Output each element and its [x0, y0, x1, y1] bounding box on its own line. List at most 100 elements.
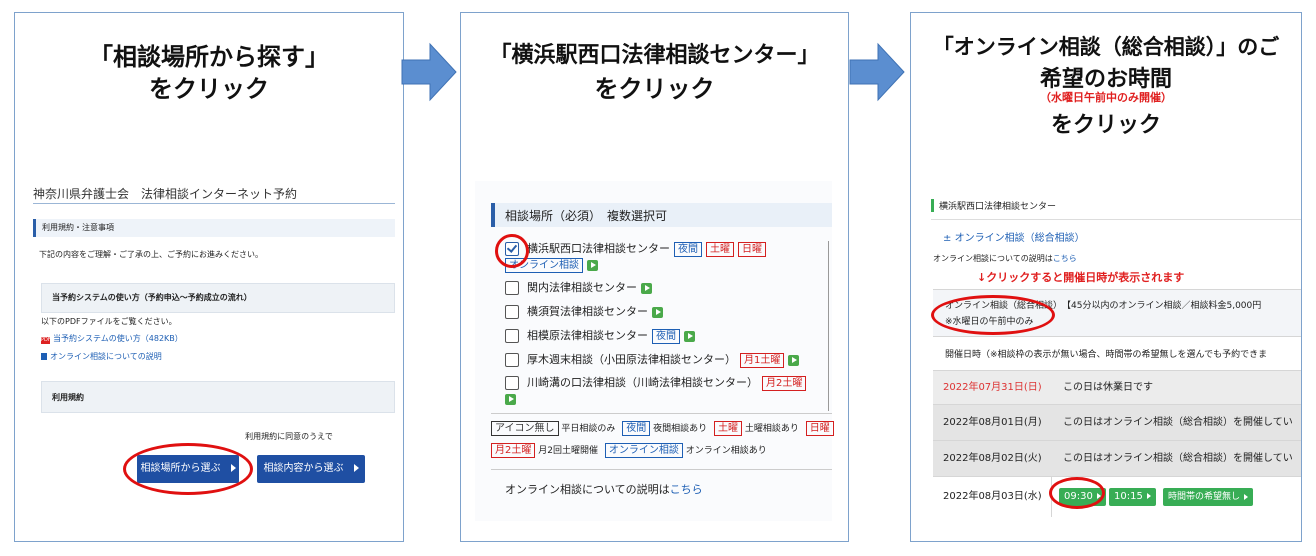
legend-text: 土曜相談あり	[744, 424, 799, 434]
place-item-yokohama-west[interactable]: 横浜駅西口法律相談センター 夜間 土曜 日曜 オンライン相談	[505, 241, 835, 273]
site-title: 神奈川県弁護士会 法律相談インターネット予約	[33, 187, 298, 201]
play-icon[interactable]	[684, 330, 695, 342]
online-note: オンライン相談についての説明は	[933, 254, 1053, 263]
date-cell: 2022年08月02日(火)	[933, 441, 1051, 477]
legend-tag-sunday: 日曜	[805, 421, 834, 436]
status-cell: この日はオンライン相談（総合相談）を開催してい	[1051, 441, 1301, 477]
legend-tag-twice-monthly: 月2土曜	[491, 443, 536, 458]
collapse-icon: ±	[943, 233, 952, 244]
next-arrow-icon	[849, 42, 905, 102]
checkbox[interactable]	[505, 376, 519, 390]
legend-text: 平日相談のみ	[561, 424, 616, 434]
checkbox[interactable]	[505, 329, 519, 343]
center-title: 横浜駅西口法律相談センター	[939, 202, 1057, 212]
step1-heading-line1: 「相談場所から探す」	[89, 43, 329, 71]
slot-label: 時間帯の希望無し	[1168, 492, 1241, 502]
online-note: オンライン相談についての説明は	[505, 483, 670, 496]
checkbox[interactable]	[505, 305, 519, 319]
step2-heading-line2: をクリック	[594, 75, 715, 103]
highlight-circle-place-button	[123, 443, 253, 495]
legend-row-1: アイコン無し 平日相談のみ 夜間 夜間相談あり 土曜 土曜相談あり 日曜	[491, 421, 834, 436]
pdf-link-row[interactable]: PDF 当予約システムの使い方（482KB）	[41, 333, 183, 344]
play-icon[interactable]	[788, 354, 800, 366]
tag-night: 夜間	[652, 328, 680, 344]
legend-divider	[491, 413, 832, 414]
info-icon	[41, 353, 47, 360]
status-cell: この日はオンライン相談（総合相談）を開催してい	[1051, 405, 1301, 441]
schedule-note-row: 開催日時（※相談枠の表示が無い場合、時間帯の希望無しを選んでも予約できま	[933, 336, 1301, 371]
place-name: 相模原法律相談センター	[527, 329, 648, 342]
legend-tag-none: アイコン無し	[491, 421, 559, 436]
right-edge-fragment	[828, 241, 832, 411]
play-icon[interactable]	[652, 306, 663, 318]
status-cell: この日は休業日です	[1051, 371, 1301, 405]
date-row: 2022年08月02日(火) この日はオンライン相談（総合相談）を開催してい	[933, 440, 1301, 477]
place-name: 関内法律相談センター	[527, 281, 637, 294]
pdf-link[interactable]: 当予約システムの使い方（482KB）	[53, 334, 183, 343]
slot-1015-button[interactable]: 10:15	[1109, 488, 1156, 506]
online-note-link[interactable]: こちら	[1053, 254, 1077, 263]
step2-panel: 「横浜駅西口法律相談センター」 をクリック 相談場所（必須） 複数選択可 横浜駅…	[460, 12, 849, 542]
step3-panel: 「オンライン相談（総合相談）」のご 希望のお時間 （水曜日午前中のみ開催） をク…	[910, 12, 1302, 542]
date-cell: 2022年08月01日(月)	[933, 405, 1051, 441]
place-name: 横須賀法律相談センター	[527, 305, 648, 318]
play-icon[interactable]	[641, 282, 652, 294]
category-link-row[interactable]: ± オンライン相談（総合相談）	[943, 229, 1085, 244]
step3-heading-line1: 「オンライン相談（総合相談）」のご	[932, 35, 1280, 59]
date-cell: 2022年08月03日(水)	[943, 491, 1042, 502]
online-note-link[interactable]: こちら	[670, 483, 703, 496]
play-icon[interactable]	[587, 259, 598, 271]
terms-section-header: 利用規約・注意事項	[33, 219, 395, 237]
terms-title: 利用規約	[52, 393, 84, 402]
place-item-kawasaki[interactable]: 川崎溝の口法律相談（川崎法律相談センター） 月2土曜	[505, 375, 807, 407]
checkbox[interactable]	[505, 281, 519, 295]
chevron-right-icon	[1244, 493, 1249, 500]
date-cell: 2022年07月31日(日)	[933, 371, 1051, 405]
center-title-divider	[931, 219, 1301, 220]
place-section-title: 相談場所（必須） 複数選択可	[505, 209, 668, 223]
step1-panel: 「相談場所から探す」 をクリック 神奈川県弁護士会 法律相談インターネット予約 …	[14, 12, 404, 542]
play-icon[interactable]	[505, 393, 516, 405]
place-item-kannai[interactable]: 関内法律相談センター	[505, 279, 652, 295]
step3-heading-line3: をクリック	[1050, 113, 1161, 138]
place-item-atsugi[interactable]: 厚木週末相談（小田原法律相談センター） 月1土曜	[505, 351, 800, 368]
info-detail: 【45分以内のオンライン相談／相談料金5,000円	[1066, 301, 1262, 311]
legend-text: オンライン相談あり	[685, 446, 767, 456]
highlight-circle-slot	[1049, 477, 1105, 509]
legend-tag-saturday: 土曜	[714, 421, 743, 436]
place-name: 川崎溝の口法律相談（川崎法律相談センター）	[527, 376, 758, 389]
step2-heading-line1: 「横浜駅西口法律相談センター」	[489, 43, 820, 68]
pdf-note: 以下のPDFファイルをご覧ください。	[41, 317, 177, 326]
online-info-link[interactable]: オンライン相談についての説明	[50, 352, 162, 361]
tag-sunday: 日曜	[738, 241, 766, 257]
select-by-content-button[interactable]: 相談内容から選ぶ	[257, 455, 365, 483]
howto-box: 当予約システムの使い方（予約申込～予約成立の流れ）	[41, 283, 395, 313]
schedule-note: 開催日時（※相談枠の表示が無い場合、時間帯の希望無しを選んでも予約できま	[945, 350, 1268, 360]
tag-night: 夜間	[674, 241, 702, 257]
intro-text: 下記の内容をご理解・ご了承の上、ご予約にお進みください。	[39, 250, 263, 259]
legend-text: 夜間相談あり	[653, 424, 708, 434]
slot-label: 10:15	[1114, 491, 1143, 502]
legend-divider-2	[491, 469, 832, 470]
category-link[interactable]: オンライン相談（総合相談）	[955, 233, 1085, 244]
online-info-row[interactable]: オンライン相談についての説明	[41, 351, 162, 362]
legend-tag-night: 夜間	[622, 421, 651, 436]
tag-twice-monthly-saturday: 月2土曜	[762, 375, 807, 391]
select-by-content-label: 相談内容から選ぶ	[263, 463, 344, 474]
place-item-yokosuka[interactable]: 横須賀法律相談センター	[505, 303, 663, 319]
place-section-header: 相談場所（必須） 複数選択可	[491, 203, 832, 227]
online-note-row: オンライン相談についての説明はこちら	[933, 253, 1077, 264]
place-name: 厚木週末相談（小田原法律相談センター）	[527, 353, 736, 366]
agree-text: 利用規約に同意のうえで	[245, 432, 333, 441]
place-screenshot: 相談場所（必須） 複数選択可 横浜駅西口法律相談センター 夜間 土曜 日曜 オンライン…	[475, 181, 835, 521]
date-row: 2022年08月03日(水) 09:30 10:15 時間帯の希望無し	[933, 476, 1301, 517]
checkbox[interactable]	[505, 353, 519, 367]
chevron-right-icon	[353, 464, 359, 472]
slot-no-preference-button[interactable]: 時間帯の希望無し	[1163, 488, 1254, 506]
tag-saturday: 土曜	[706, 241, 734, 257]
legend-text: 月2回土曜開催	[538, 446, 598, 456]
place-item-sagamihara[interactable]: 相模原法律相談センター 夜間	[505, 327, 695, 344]
tag-monthly-saturday: 月1土曜	[740, 352, 785, 368]
howto-title: 当予約システムの使い方（予約申込～予約成立の流れ）	[52, 293, 252, 302]
title-divider	[33, 203, 395, 204]
